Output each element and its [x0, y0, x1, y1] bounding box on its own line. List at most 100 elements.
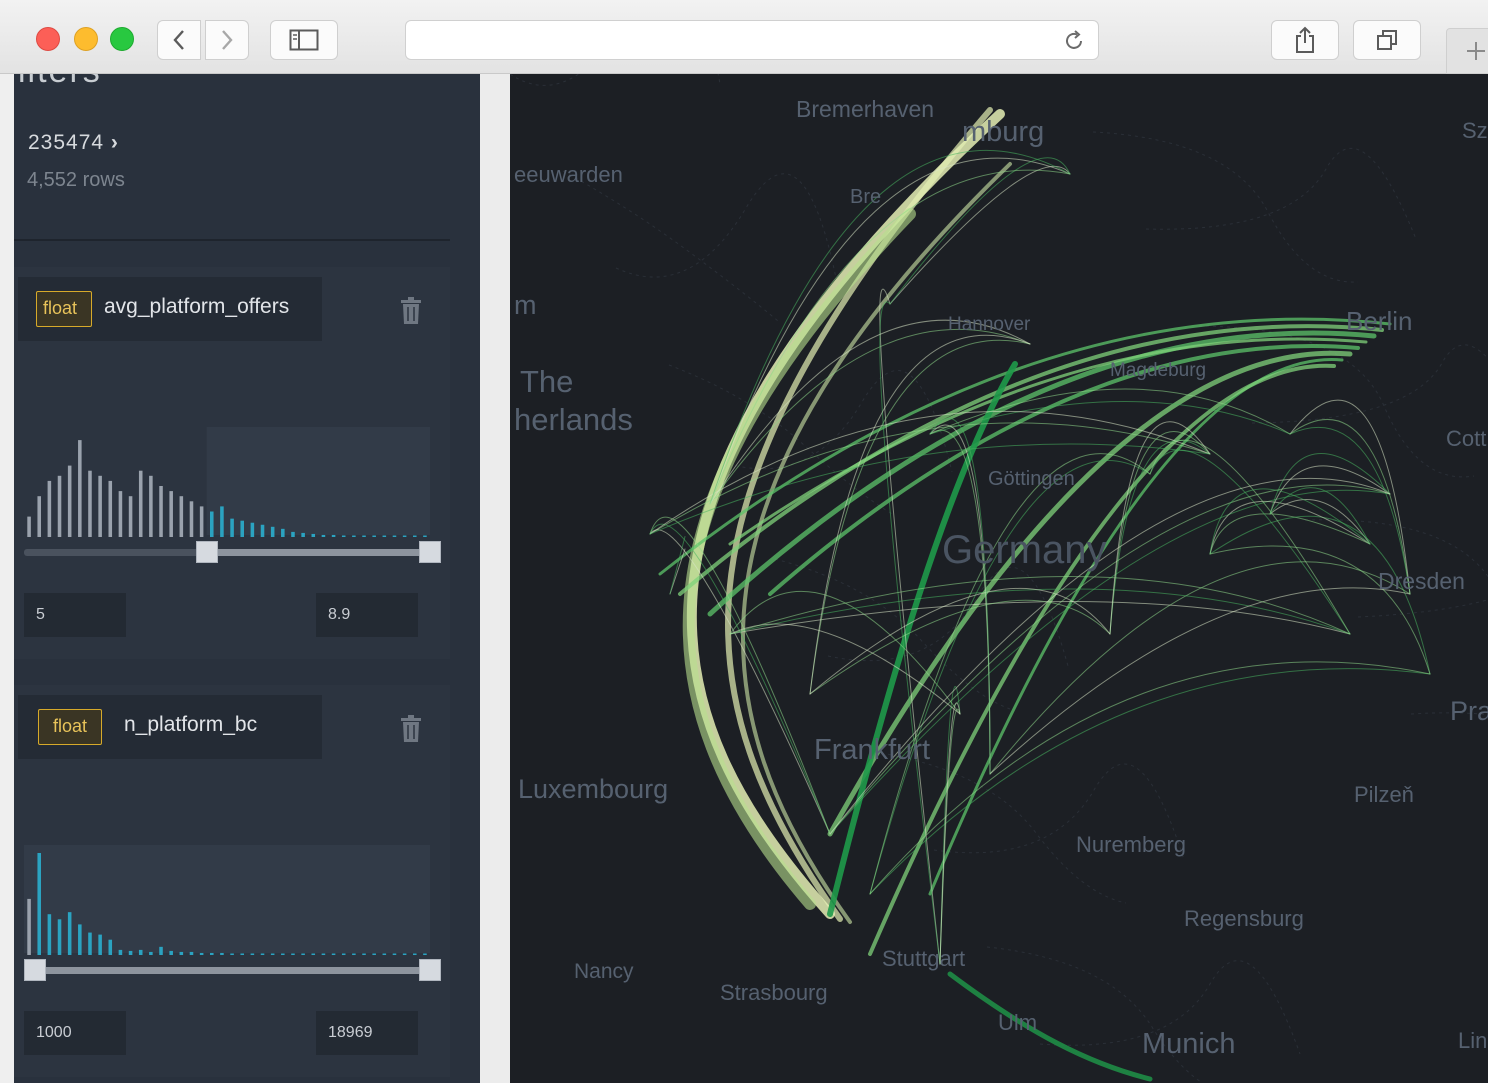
histogram-bar: [331, 953, 336, 955]
range-max-input[interactable]: 18969: [316, 1011, 418, 1055]
histogram-bar: [341, 535, 346, 537]
map-label-herlands: herlands: [514, 402, 633, 437]
histogram-bar: [321, 534, 326, 537]
maximize-window-button[interactable]: [110, 27, 134, 51]
range-max-handle[interactable]: [419, 959, 441, 981]
histogram-bar: [108, 480, 113, 537]
reload-icon[interactable]: [1062, 29, 1086, 53]
tabs-overview-button[interactable]: [1353, 20, 1421, 60]
histogram-bar: [301, 953, 305, 955]
range-slider[interactable]: [24, 541, 441, 563]
histogram-bar: [88, 470, 92, 537]
map-label-strasbourg: Strasbourg: [720, 980, 828, 1005]
new-tab-button[interactable]: [1446, 28, 1488, 74]
histogram-bar: [372, 535, 376, 537]
map-label-nancy: Nancy: [574, 960, 634, 983]
histogram-bar: [230, 518, 234, 537]
histogram-bar: [240, 953, 245, 955]
map-label-stuttgart: Stuttgart: [882, 946, 966, 971]
flow-arc: [1209, 513, 1371, 555]
histogram-bar: [423, 953, 427, 955]
trash-icon[interactable]: [400, 715, 422, 743]
panel-divider[interactable]: [480, 74, 510, 1083]
map-border: [615, 173, 837, 279]
map-canvas[interactable]: Bremerhaven mburg Sz eeuwarden Bre m Hannover B…: [510, 74, 1488, 1083]
range-min-input[interactable]: 5: [24, 593, 126, 637]
map-label-luxembourg: Luxembourg: [518, 774, 669, 804]
histogram-bar: [47, 480, 52, 537]
type-badge: float: [36, 291, 92, 327]
histogram-bar: [189, 501, 194, 537]
histogram-bar: [423, 535, 427, 537]
histogram-bar: [57, 475, 62, 537]
histogram-bar: [98, 475, 102, 537]
field-name: n_platform_bc: [124, 713, 258, 736]
histogram-bar: [67, 912, 72, 955]
histogram-bar: [78, 924, 82, 955]
histogram-bar: [260, 524, 265, 537]
histogram-bar: [88, 932, 92, 955]
trash-icon[interactable]: [400, 297, 422, 325]
histogram-bar: [179, 951, 184, 955]
histogram-bar: [392, 953, 397, 955]
histogram-bar: [67, 465, 72, 537]
flow-arc: [869, 668, 1431, 895]
map-label-lin: Lin: [1458, 1028, 1488, 1053]
map-label-pra: Pra: [1450, 696, 1488, 726]
histogram-bar: [311, 953, 316, 955]
range-min-handle[interactable]: [24, 959, 46, 981]
histogram-bar: [199, 952, 204, 955]
range-min-handle[interactable]: [195, 541, 218, 563]
histogram-bar: [27, 516, 31, 537]
map-label-mburg: mburg: [962, 116, 1045, 148]
flow-arc: [1209, 515, 1431, 675]
panel-title: ilters: [18, 74, 102, 91]
histogram-bar: [412, 953, 417, 955]
histogram-bar: [128, 496, 133, 537]
minimize-window-button[interactable]: [74, 27, 98, 51]
histogram-bar: [281, 953, 285, 955]
histogram-bar: [362, 535, 366, 537]
dataset-id: 235474: [28, 131, 105, 154]
map-label-sz: Sz: [1462, 118, 1488, 143]
histogram-bar: [260, 953, 265, 955]
map-label-bre: Bre: [850, 186, 882, 208]
map-label-cott: Cott: [1446, 426, 1487, 451]
range-max-handle[interactable]: [419, 541, 441, 563]
chevron-left-icon: [173, 30, 184, 50]
histogram-bar: [37, 496, 42, 537]
histogram-bar: [250, 953, 255, 955]
back-button[interactable]: [157, 20, 201, 60]
flow-arc: [889, 157, 1071, 305]
histogram-bar: [179, 496, 184, 537]
histogram: [24, 845, 430, 955]
histogram-bar: [341, 953, 346, 955]
histogram-bar: [402, 953, 407, 955]
histogram-bar: [169, 950, 173, 955]
histogram-bar: [412, 535, 417, 537]
sidebar-toggle-button[interactable]: [270, 20, 338, 60]
histogram-bar: [230, 953, 234, 955]
flow-arc: [809, 587, 1111, 695]
range-slider[interactable]: [24, 959, 441, 981]
forward-button[interactable]: [205, 20, 249, 60]
map-label-pilze-: Pilzeň: [1354, 782, 1414, 807]
range-min-input[interactable]: 1000: [24, 1011, 126, 1055]
histogram-bar: [311, 533, 316, 537]
histogram-bar: [78, 440, 82, 537]
map-border: [1304, 519, 1488, 578]
close-window-button[interactable]: [36, 27, 60, 51]
histogram-bar: [382, 535, 387, 537]
histogram-bar: [209, 511, 214, 537]
map-border: [1410, 712, 1488, 716]
share-button[interactable]: [1271, 20, 1339, 60]
map-label-munich: Munich: [1142, 1028, 1236, 1060]
field-header: float avg_platform_offers: [18, 277, 322, 341]
range-max-input[interactable]: 8.9: [316, 593, 418, 637]
histogram-bar: [149, 475, 153, 537]
dataset-link[interactable]: 235474 ›: [28, 131, 119, 155]
window-edge: [0, 74, 14, 1083]
histogram-bar: [362, 953, 366, 955]
address-bar[interactable]: [405, 20, 1099, 60]
map-label-g-ttingen: Göttingen: [988, 468, 1075, 490]
